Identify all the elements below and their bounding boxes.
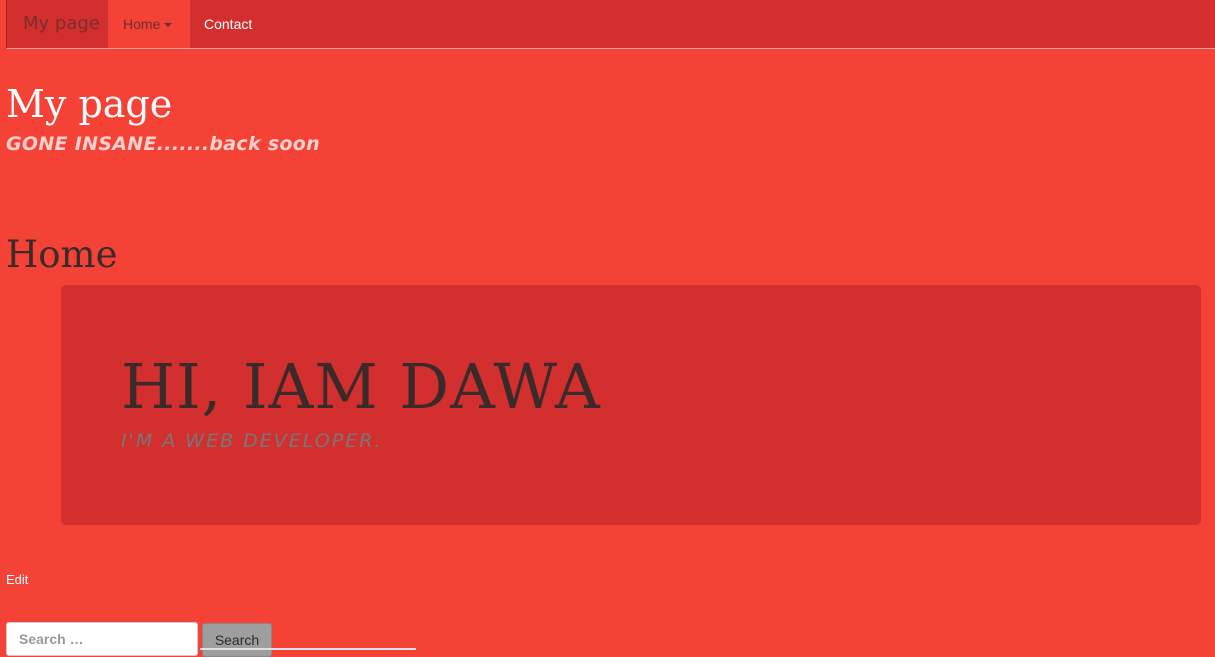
jumbotron-subtitle: I'M A WEB DEVELOPER. [121, 430, 383, 452]
site-title[interactable]: My page [6, 80, 172, 128]
jumbotron: HI, IAM DAWA I'M A WEB DEVELOPER. [61, 285, 1201, 525]
jumbotron-title: HI, IAM DAWA [121, 350, 601, 423]
divider [200, 648, 416, 650]
nav-item-home[interactable]: Home [108, 0, 190, 48]
edit-link[interactable]: Edit [6, 572, 28, 587]
caret-down-icon [164, 23, 173, 28]
page-title: Home [6, 233, 118, 276]
top-navbar: My page Home Contact [6, 0, 1215, 49]
site-tagline: GONE INSANE.......back soon [6, 133, 320, 155]
nav-item-home-label: Home [123, 16, 161, 32]
navbar-brand[interactable]: My page [7, 0, 108, 48]
search-button[interactable]: Search [202, 623, 272, 657]
nav-item-contact[interactable]: Contact [204, 0, 252, 48]
